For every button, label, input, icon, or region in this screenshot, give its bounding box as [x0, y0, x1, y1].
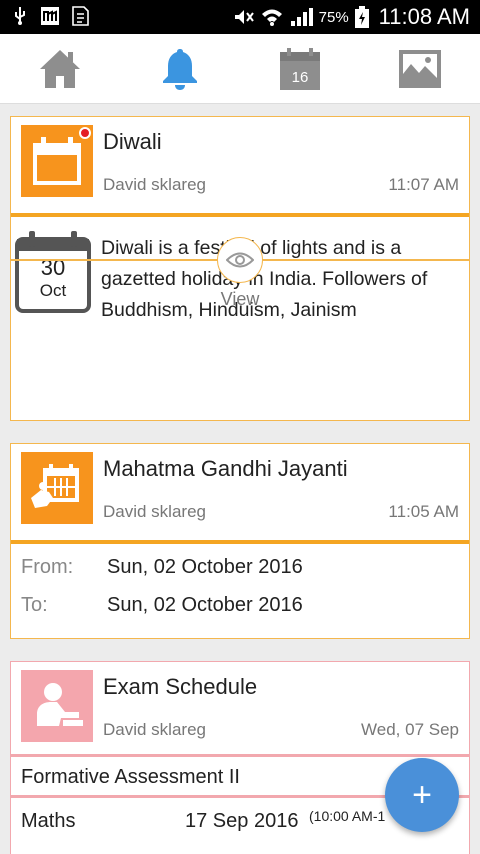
calendar-icon: [33, 137, 81, 185]
nav-calendar[interactable]: 16: [240, 34, 360, 104]
to-label: To:: [21, 594, 48, 616]
card-header: Mahatma Gandhi Jayanti David sklareg 11:…: [11, 444, 469, 540]
holiday-calendar-icon: [31, 464, 79, 508]
card-thumbnail: [21, 125, 93, 197]
card-author: David sklareg: [103, 720, 206, 739]
view-label[interactable]: View: [11, 289, 469, 310]
top-nav: 16: [0, 34, 480, 104]
signal-icon: [290, 8, 313, 26]
card-header: Exam Schedule David sklareg Wed, 07 Sep: [11, 662, 469, 754]
card-title: Exam Schedule: [103, 674, 258, 699]
calendar-icon: 16: [280, 48, 320, 90]
card-author: David sklareg: [103, 175, 206, 194]
student-icon: [37, 683, 83, 726]
exam-subject: Maths: [21, 810, 76, 832]
unread-dot: [79, 127, 91, 139]
from-label: From:: [21, 556, 74, 578]
nav-gallery[interactable]: [360, 34, 480, 104]
from-value: Sun, 02 October 2016: [107, 556, 303, 578]
notification-card-diwali[interactable]: Diwali David sklareg 11:07 AM 30 Oct Diw…: [10, 116, 470, 421]
card-thumbnail: [21, 452, 93, 524]
battery-icon: [354, 6, 369, 28]
card-header: Diwali David sklareg 11:07 AM: [11, 117, 469, 213]
image-icon: [399, 50, 441, 88]
mute-icon: [234, 10, 254, 24]
status-bar: 75% 11:08 AM: [0, 0, 480, 34]
nav-home[interactable]: [0, 34, 120, 104]
exam-date: 17 Sep 2016: [185, 810, 299, 832]
exam-subtitle: Formative Assessment II: [21, 766, 240, 788]
add-fab-button[interactable]: +: [385, 758, 459, 832]
status-time: 11:08 AM: [378, 4, 470, 29]
bell-icon: [163, 49, 197, 90]
to-value: Sun, 02 October 2016: [107, 594, 303, 616]
view-button[interactable]: [217, 237, 263, 283]
nav-notifications[interactable]: [120, 34, 240, 104]
eye-icon: [226, 252, 254, 268]
battery-percent: 75%: [318, 8, 349, 26]
sim-icon: [72, 6, 89, 26]
wifi-icon: [261, 9, 282, 26]
card-author: David sklareg: [103, 502, 206, 521]
card-title: Mahatma Gandhi Jayanti: [103, 456, 348, 481]
card-thumbnail: [21, 670, 93, 742]
usb-icon: [15, 7, 25, 25]
home-icon: [40, 50, 80, 88]
card-time: 11:05 AM: [388, 502, 459, 521]
divider: [11, 540, 469, 544]
card-time: Wed, 07 Sep: [361, 720, 459, 739]
card-title: Diwali: [103, 129, 162, 154]
card-time: 11:07 AM: [388, 175, 459, 194]
divider: [11, 754, 469, 757]
app-m-icon: [41, 7, 59, 25]
notification-card-gandhi-jayanti[interactable]: Mahatma Gandhi Jayanti David sklareg 11:…: [10, 443, 470, 639]
calendar-day-label: 16: [292, 69, 309, 86]
exam-time: (10:00 AM-1: [309, 808, 386, 824]
event-description: Diwali is a festival of lights and is a …: [101, 237, 428, 321]
